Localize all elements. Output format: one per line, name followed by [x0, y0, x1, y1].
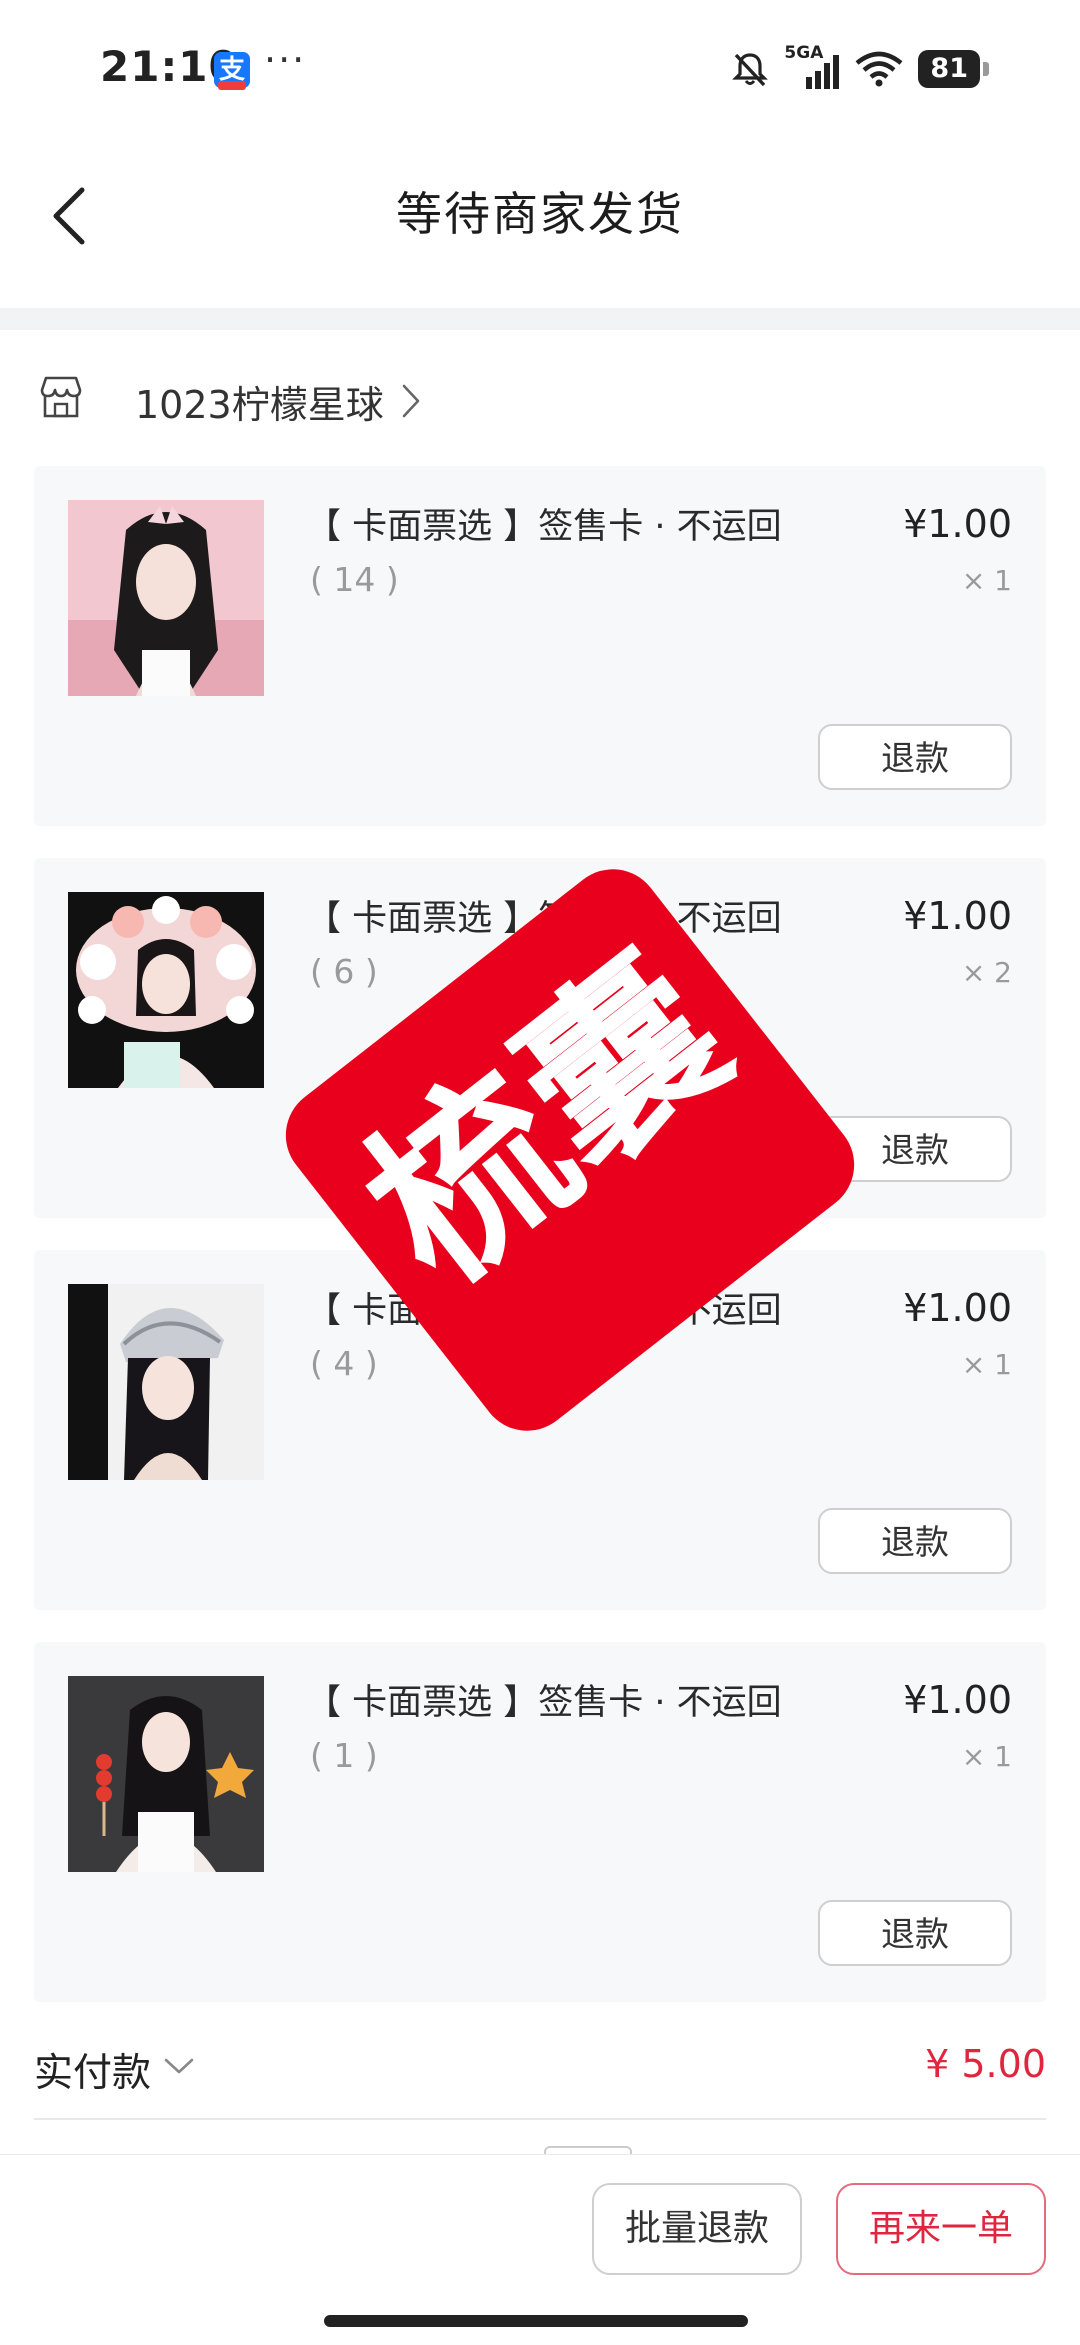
item-variant: ( 14 )	[310, 560, 399, 599]
product-thumbnail[interactable]	[68, 892, 264, 1088]
item-variant: ( 6 )	[310, 952, 378, 991]
order-item-card[interactable]: 【 卡面票选 】签售卡 · 不运回 ( 6 ) ¥1.00 × 2 退款	[34, 858, 1046, 1218]
wifi-icon	[855, 51, 903, 87]
section-divider	[0, 308, 1080, 330]
item-quantity: × 1	[961, 1740, 1012, 1773]
signal-bars-icon	[806, 55, 840, 89]
product-thumbnail[interactable]	[68, 500, 264, 696]
home-indicator[interactable]	[324, 2315, 748, 2327]
item-price: ¥1.00	[903, 1678, 1012, 1722]
paid-amount-value: ¥ 5.00	[925, 2042, 1046, 2086]
item-price: ¥1.00	[903, 502, 1012, 546]
cell-signal: 5GA	[784, 43, 840, 91]
item-title: 【 卡面票选 】签售卡 · 不运回	[306, 899, 782, 939]
refund-button[interactable]: 退款	[818, 1508, 1012, 1574]
shop-name[interactable]: 1023柠檬星球	[135, 374, 384, 429]
item-quantity: × 2	[961, 956, 1012, 989]
item-variant: ( 1 )	[310, 1736, 378, 1775]
order-item-card[interactable]: 【 卡面票选 】签售卡 · 不运回 ( 1 ) ¥1.00 × 1 退款	[34, 1642, 1046, 2002]
item-title: 【 卡面票选 】签售卡 · 不运回	[306, 1291, 782, 1331]
batch-refund-button[interactable]: 批量退款	[592, 2183, 802, 2275]
item-quantity: × 1	[961, 564, 1012, 597]
item-title: 【 卡面票选 】签售卡 · 不运回	[306, 507, 782, 547]
order-item-card[interactable]: 【 卡面票选 】签售卡 · 不运回 ( 14 ) ¥1.00 × 1 退款	[34, 466, 1046, 826]
item-variant: ( 4 )	[310, 1344, 378, 1383]
order-item-card[interactable]: 【 卡面票选 】签售卡 · 不运回 ( 4 ) ¥1.00 × 1 退款	[34, 1250, 1046, 1610]
chevron-down-icon[interactable]	[162, 2054, 196, 2078]
nav-bar: 等待商家发货	[0, 140, 1080, 308]
refund-button[interactable]: 退款	[818, 724, 1012, 790]
product-thumbnail[interactable]	[68, 1284, 264, 1480]
reorder-button[interactable]: 再来一单	[836, 2183, 1046, 2275]
refund-button[interactable]: 退款	[818, 1116, 1012, 1182]
alipay-app-icon: 支	[214, 52, 250, 90]
mute-bell-icon	[732, 53, 769, 87]
item-price: ¥1.00	[903, 1286, 1012, 1330]
shop-icon	[40, 376, 82, 418]
refund-button[interactable]: 退款	[818, 1900, 1012, 1966]
more-notifications-icon: ···	[264, 38, 307, 82]
page-title: 等待商家发货	[396, 187, 684, 241]
battery-indicator: 81	[918, 50, 989, 88]
status-indicators: 5GA 81	[730, 43, 989, 94]
bottom-action-bar: 批量退款 再来一单	[0, 2154, 1080, 2345]
product-thumbnail[interactable]	[68, 1676, 264, 1872]
item-price: ¥1.00	[903, 894, 1012, 938]
chevron-right-icon	[402, 384, 420, 418]
status-bar: 21:10 支 ··· 5GA 81	[0, 0, 1080, 140]
item-title: 【 卡面票选 】签售卡 · 不运回	[306, 1683, 782, 1723]
paid-amount-label: 实付款	[34, 2051, 152, 2096]
shop-header[interactable]: 1023柠檬星球	[0, 360, 1080, 440]
item-quantity: × 1	[961, 1348, 1012, 1381]
divider	[34, 2118, 1046, 2120]
payment-summary[interactable]: 实付款 ¥ 5.00	[34, 2032, 1046, 2112]
